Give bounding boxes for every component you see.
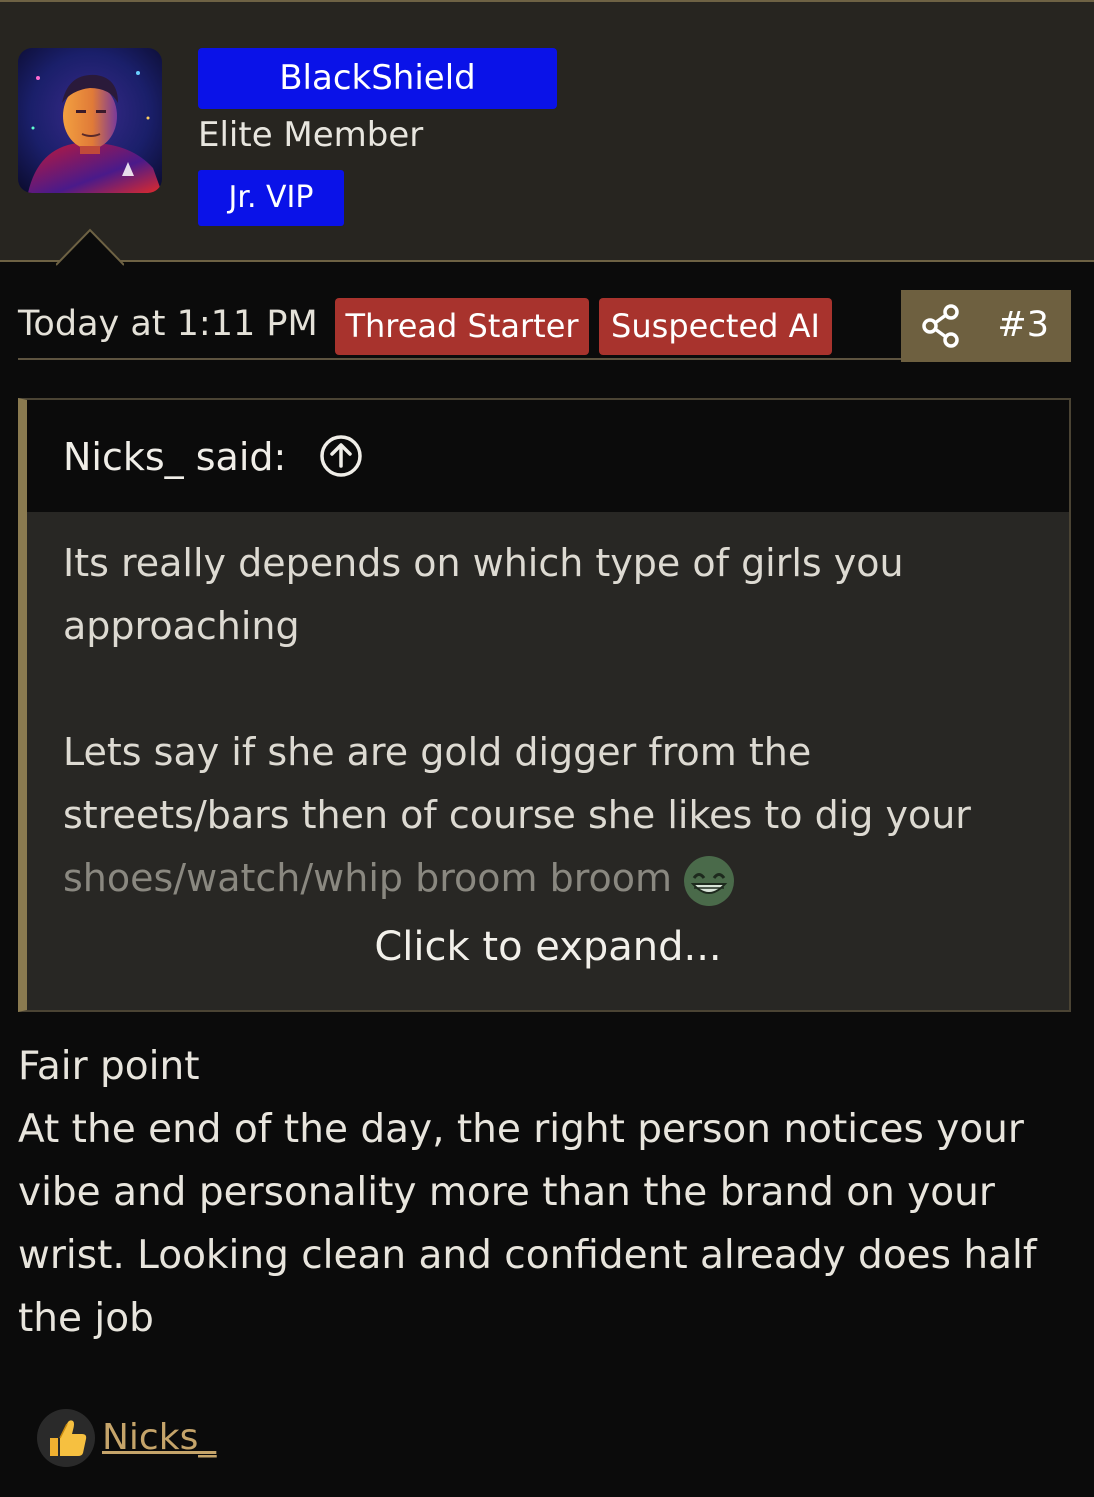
quote-header: Nicks_ said: xyxy=(27,400,1069,512)
message-line: At the end of the day, the right person … xyxy=(18,1107,1037,1341)
username-link[interactable]: BlackShield xyxy=(198,48,557,109)
user-avatar[interactable] xyxy=(18,48,162,193)
message-line: Fair point xyxy=(18,1044,200,1089)
post-meta: Today at 1:11 PM Thread Starter Suspecte… xyxy=(18,290,1071,362)
post-page: BlackShield Elite Member Jr. VIP Today a… xyxy=(0,0,1094,1497)
quote-content: Its really depends on which type of girl… xyxy=(63,532,1043,910)
quote-paragraph: Lets say if she are gold digger from the… xyxy=(63,721,1043,910)
quote-faded-text: shoes/watch/whip broom broom xyxy=(63,856,673,900)
post-number-link[interactable]: #3 xyxy=(997,300,1049,350)
thread-starter-label: Thread Starter xyxy=(335,298,589,355)
quote-block: Nicks_ said: Its really depends on which… xyxy=(18,398,1071,1012)
meta-divider xyxy=(18,358,908,360)
post-message: Fair point At the end of the day, the ri… xyxy=(18,1035,1078,1350)
avatar-image xyxy=(18,48,162,193)
post-actions: #3 xyxy=(901,290,1071,362)
share-icon[interactable] xyxy=(921,304,961,348)
expand-quote-link[interactable]: Click to expand... xyxy=(27,912,1069,982)
user-title: Elite Member xyxy=(198,115,424,155)
grinning-face-icon xyxy=(684,855,735,906)
pointer-arrow-icon xyxy=(56,228,124,266)
quote-author[interactable]: Nicks_ said: xyxy=(63,432,286,482)
quote-paragraph: Its really depends on which type of girl… xyxy=(63,541,904,648)
user-info-panel: BlackShield Elite Member Jr. VIP xyxy=(0,0,1094,266)
arrow-up-circle-icon[interactable] xyxy=(318,433,364,479)
vip-badge: Jr. VIP xyxy=(198,170,344,226)
post-timestamp[interactable]: Today at 1:11 PM xyxy=(18,300,318,348)
quote-text: Lets say if she are gold digger from the… xyxy=(63,730,971,837)
reaction-user-link[interactable]: Nicks_ xyxy=(102,1414,216,1462)
suspected-ai-label: Suspected AI xyxy=(599,298,832,355)
thumbs-up-icon xyxy=(37,1409,95,1467)
